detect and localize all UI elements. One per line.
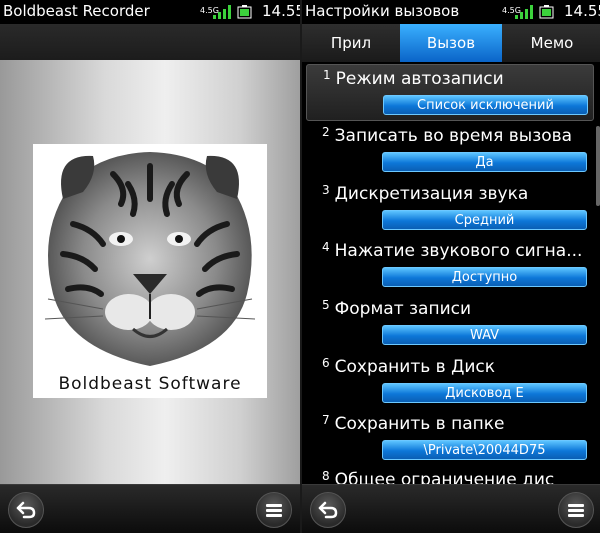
options-menu-button[interactable] xyxy=(256,492,292,528)
battery-icon xyxy=(539,5,554,19)
setting-label: 5 Формат записи xyxy=(322,298,472,319)
bottom-toolbar xyxy=(0,484,300,533)
splash-area: Boldbeast Software xyxy=(0,60,300,484)
setting-save-to-drive[interactable]: 6 Сохранить в Диск Дисковод E xyxy=(302,353,600,410)
setting-record-format[interactable]: 5 Формат записи WAV xyxy=(302,295,600,352)
back-button[interactable] xyxy=(310,492,346,528)
setting-label: 8 Общее ограничение дис xyxy=(322,469,555,484)
setting-record-during-call[interactable]: 2 Записать во время вызова Да xyxy=(302,122,600,179)
call-settings-screen: Настройки вызовов 4.5G 14.55 Прил Вызов … xyxy=(300,0,600,533)
back-arrow-icon xyxy=(16,501,36,519)
signal-strength-icon xyxy=(213,5,231,19)
setting-sample-rate[interactable]: 3 Дискретизация звука Средний xyxy=(302,180,600,237)
setting-value-button[interactable]: Список исключений xyxy=(383,95,588,115)
tab-bar: Прил Вызов Мемо xyxy=(302,24,600,62)
settings-list: 1 Режим автозаписи Список исключений 2 Зап… xyxy=(302,62,600,484)
setting-label: 2 Записать во время вызова xyxy=(322,125,573,146)
setting-auto-record-mode[interactable]: 1 Режим автозаписи Список исключений xyxy=(306,64,594,121)
menu-icon xyxy=(266,504,282,517)
tab-call[interactable]: Вызов xyxy=(400,24,502,62)
setting-beep-on-press[interactable]: 4 Нажатие звукового сигна... Доступно xyxy=(302,237,600,294)
menu-icon xyxy=(568,504,584,517)
clock: 14.55 xyxy=(262,2,300,20)
recorder-main-screen: Boldbeast Recorder 4.5G 14.55 xyxy=(0,0,300,533)
screen-title: Настройки вызовов xyxy=(305,2,460,20)
options-menu-button[interactable] xyxy=(558,492,594,528)
header-bar xyxy=(0,24,300,60)
status-bar: Настройки вызовов 4.5G 14.55 xyxy=(302,0,600,24)
back-button[interactable] xyxy=(8,492,44,528)
tab-apps[interactable]: Прил xyxy=(302,24,400,62)
setting-value-button[interactable]: Дисковод E xyxy=(382,383,587,403)
setting-label: 1 Режим автозаписи xyxy=(323,68,504,89)
setting-value-button[interactable]: \Private\20044D75 xyxy=(382,440,587,460)
setting-label: 6 Сохранить в Диск xyxy=(322,356,496,377)
signal-strength-icon xyxy=(515,5,533,19)
status-bar: Boldbeast Recorder 4.5G 14.55 xyxy=(0,0,300,24)
back-arrow-icon xyxy=(318,501,338,519)
tab-memo[interactable]: Мемо xyxy=(502,24,600,62)
setting-save-folder[interactable]: 7 Сохранить в папке \Private\20044D75 xyxy=(302,410,600,467)
setting-value-button[interactable]: Средний xyxy=(382,210,587,230)
setting-value-button[interactable]: Да xyxy=(382,152,587,172)
setting-label: 7 Сохранить в папке xyxy=(322,413,505,434)
tiger-logo-image xyxy=(33,144,267,372)
setting-total-disk-limit[interactable]: 8 Общее ограничение дис xyxy=(302,466,600,484)
setting-value-button[interactable]: WAV xyxy=(382,325,587,345)
logo-caption: Boldbeast Software xyxy=(58,374,242,394)
setting-label: 4 Нажатие звукового сигна... xyxy=(322,240,583,261)
scrollbar[interactable] xyxy=(596,126,600,206)
boldbeast-logo: Boldbeast Software xyxy=(33,144,267,398)
clock: 14.55 xyxy=(564,2,600,20)
battery-icon xyxy=(237,5,252,19)
setting-value-button[interactable]: Доступно xyxy=(382,267,587,287)
setting-label: 3 Дискретизация звука xyxy=(322,183,529,204)
bottom-toolbar xyxy=(302,484,600,533)
app-title: Boldbeast Recorder xyxy=(3,2,150,20)
